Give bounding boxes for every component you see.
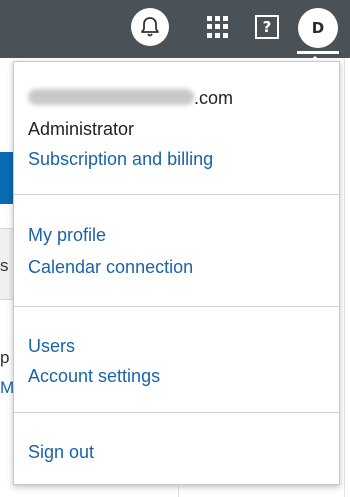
users-link[interactable]: Users: [28, 335, 75, 357]
background-divider: [178, 486, 179, 497]
background-text-fragment: s: [0, 256, 9, 275]
account-role: Administrator: [28, 119, 135, 139]
grid-dot: [206, 32, 212, 38]
grid-dot: [222, 16, 228, 22]
my-profile-link[interactable]: My profile: [28, 224, 106, 246]
grid-dot: [214, 24, 220, 30]
sign-out-link[interactable]: Sign out: [28, 441, 94, 463]
grid-dot: [214, 16, 220, 22]
background-divider: [344, 58, 345, 497]
grid-dot: [206, 16, 212, 22]
background-blue-block: [0, 152, 13, 204]
email-redacted: [28, 89, 194, 105]
avatar-active-indicator: [297, 51, 339, 54]
menu-divider: [14, 194, 339, 195]
grid-dot: [222, 24, 228, 30]
avatar-button[interactable]: D: [298, 8, 338, 48]
grid-dot: [206, 24, 212, 30]
background-text-fragment: p: [0, 348, 10, 367]
account-email: .com: [194, 88, 234, 108]
subscription-billing-link[interactable]: Subscription and billing: [28, 148, 213, 170]
menu-divider: [14, 412, 339, 413]
menu-divider: [14, 306, 339, 307]
grid-dot: [214, 32, 220, 38]
notifications-button[interactable]: [131, 8, 169, 46]
help-button[interactable]: ?: [255, 15, 279, 39]
calendar-connection-link[interactable]: Calendar connection: [28, 256, 193, 278]
apps-grid-icon[interactable]: [206, 16, 228, 38]
account-dropdown-menu: .com Administrator Subscription and bill…: [13, 61, 340, 485]
bell-icon: [141, 17, 159, 37]
account-settings-link[interactable]: Account settings: [28, 365, 160, 387]
grid-dot: [222, 32, 228, 38]
